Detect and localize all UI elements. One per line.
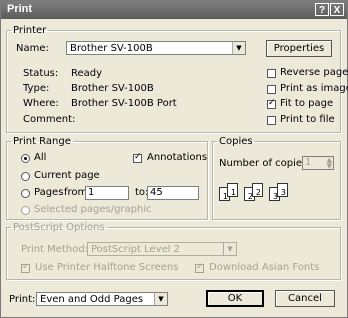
print-subset-select[interactable]: Even and Odd Pages ▼ bbox=[36, 292, 168, 306]
printer-name-select[interactable]: Brother SV-100B ▼ bbox=[66, 41, 246, 55]
halftone-checkbox[interactable] bbox=[21, 262, 30, 273]
print-range-legend: Print Range bbox=[13, 136, 71, 147]
where-label: Where: bbox=[23, 98, 59, 109]
comment-label: Comment: bbox=[23, 114, 76, 125]
close-button[interactable]: X bbox=[330, 3, 344, 16]
collate-page-2b: 2 bbox=[252, 183, 263, 197]
copies-group: Copies bbox=[212, 136, 341, 220]
where-value: Brother SV-100B Port bbox=[71, 98, 177, 109]
range-pages-radio[interactable] bbox=[21, 189, 30, 198]
print-method-select[interactable]: PostScript Level 2 ▼ bbox=[87, 242, 237, 256]
print-subset-label: Print: bbox=[9, 294, 36, 305]
print-as-image-label: Print as image bbox=[280, 83, 348, 94]
print-method-value: PostScript Level 2 bbox=[91, 244, 181, 255]
annotations-label: Annotations bbox=[147, 152, 208, 163]
status-label: Status: bbox=[23, 68, 59, 79]
cancel-button[interactable]: Cancel bbox=[275, 290, 335, 307]
window-title: Print bbox=[7, 3, 33, 15]
status-value: Ready bbox=[71, 68, 103, 79]
collate-page-3b: 3 bbox=[277, 183, 288, 197]
copies-number-label: Number of copies: bbox=[219, 158, 311, 169]
type-label: Type: bbox=[23, 83, 50, 94]
from-input[interactable]: 1 bbox=[85, 186, 129, 200]
help-button[interactable]: ? bbox=[315, 3, 329, 16]
type-value: Brother SV-100B bbox=[71, 83, 154, 94]
print-subset-value: Even and Odd Pages bbox=[40, 294, 144, 305]
spinner-arrows-icon[interactable]: ▲ ▼ bbox=[327, 157, 332, 170]
ok-button[interactable]: OK bbox=[206, 290, 264, 307]
copies-legend: Copies bbox=[219, 136, 253, 147]
asian-fonts-label: Download Asian Fonts bbox=[209, 262, 320, 273]
printer-name-value: Brother SV-100B bbox=[70, 43, 153, 54]
printer-name-label: Name: bbox=[16, 43, 49, 54]
range-selected-radio[interactable] bbox=[21, 206, 30, 215]
fit-to-page-checkbox[interactable] bbox=[267, 98, 276, 109]
postscript-legend: PostScript Options bbox=[13, 222, 105, 233]
copies-number-input[interactable]: 1 ▲ ▼ bbox=[302, 156, 334, 170]
halftone-label: Use Printer Halftone Screens bbox=[35, 262, 179, 273]
reverse-pages-label: Reverse pages bbox=[280, 67, 348, 78]
fit-to-page-label: Fit to page bbox=[280, 98, 334, 109]
chevron-down-icon[interactable]: ▼ bbox=[223, 243, 236, 255]
print-as-image-checkbox[interactable] bbox=[267, 85, 276, 94]
copies-number-value: 1 bbox=[305, 157, 312, 168]
range-all-label: All bbox=[34, 152, 47, 163]
range-pages-label: Pages bbox=[34, 187, 64, 198]
annotations-checkbox[interactable] bbox=[133, 152, 142, 163]
range-current-page-label: Current page bbox=[34, 170, 100, 181]
range-selected-label: Selected pages/graphic bbox=[34, 204, 152, 215]
print-dialog: Print ? X Printer Name: Brother SV-100B … bbox=[0, 0, 348, 318]
print-method-label: Print Method: bbox=[21, 244, 89, 255]
chevron-down-icon[interactable]: ▼ bbox=[232, 42, 245, 54]
print-to-file-label: Print to file bbox=[280, 114, 335, 125]
to-input[interactable]: 45 bbox=[147, 186, 199, 200]
range-current-page-radio[interactable] bbox=[21, 172, 30, 181]
chevron-down-icon[interactable]: ▼ bbox=[154, 293, 167, 305]
range-all-radio[interactable] bbox=[21, 154, 30, 163]
print-to-file-checkbox[interactable] bbox=[267, 116, 276, 125]
asian-fonts-checkbox[interactable] bbox=[195, 262, 204, 273]
properties-button[interactable]: Properties bbox=[266, 40, 332, 57]
printer-legend: Printer bbox=[13, 25, 47, 36]
collate-page-1b: 1 bbox=[227, 183, 238, 197]
reverse-pages-checkbox[interactable] bbox=[267, 69, 276, 78]
title-bar[interactable]: Print ? X bbox=[1, 1, 347, 19]
